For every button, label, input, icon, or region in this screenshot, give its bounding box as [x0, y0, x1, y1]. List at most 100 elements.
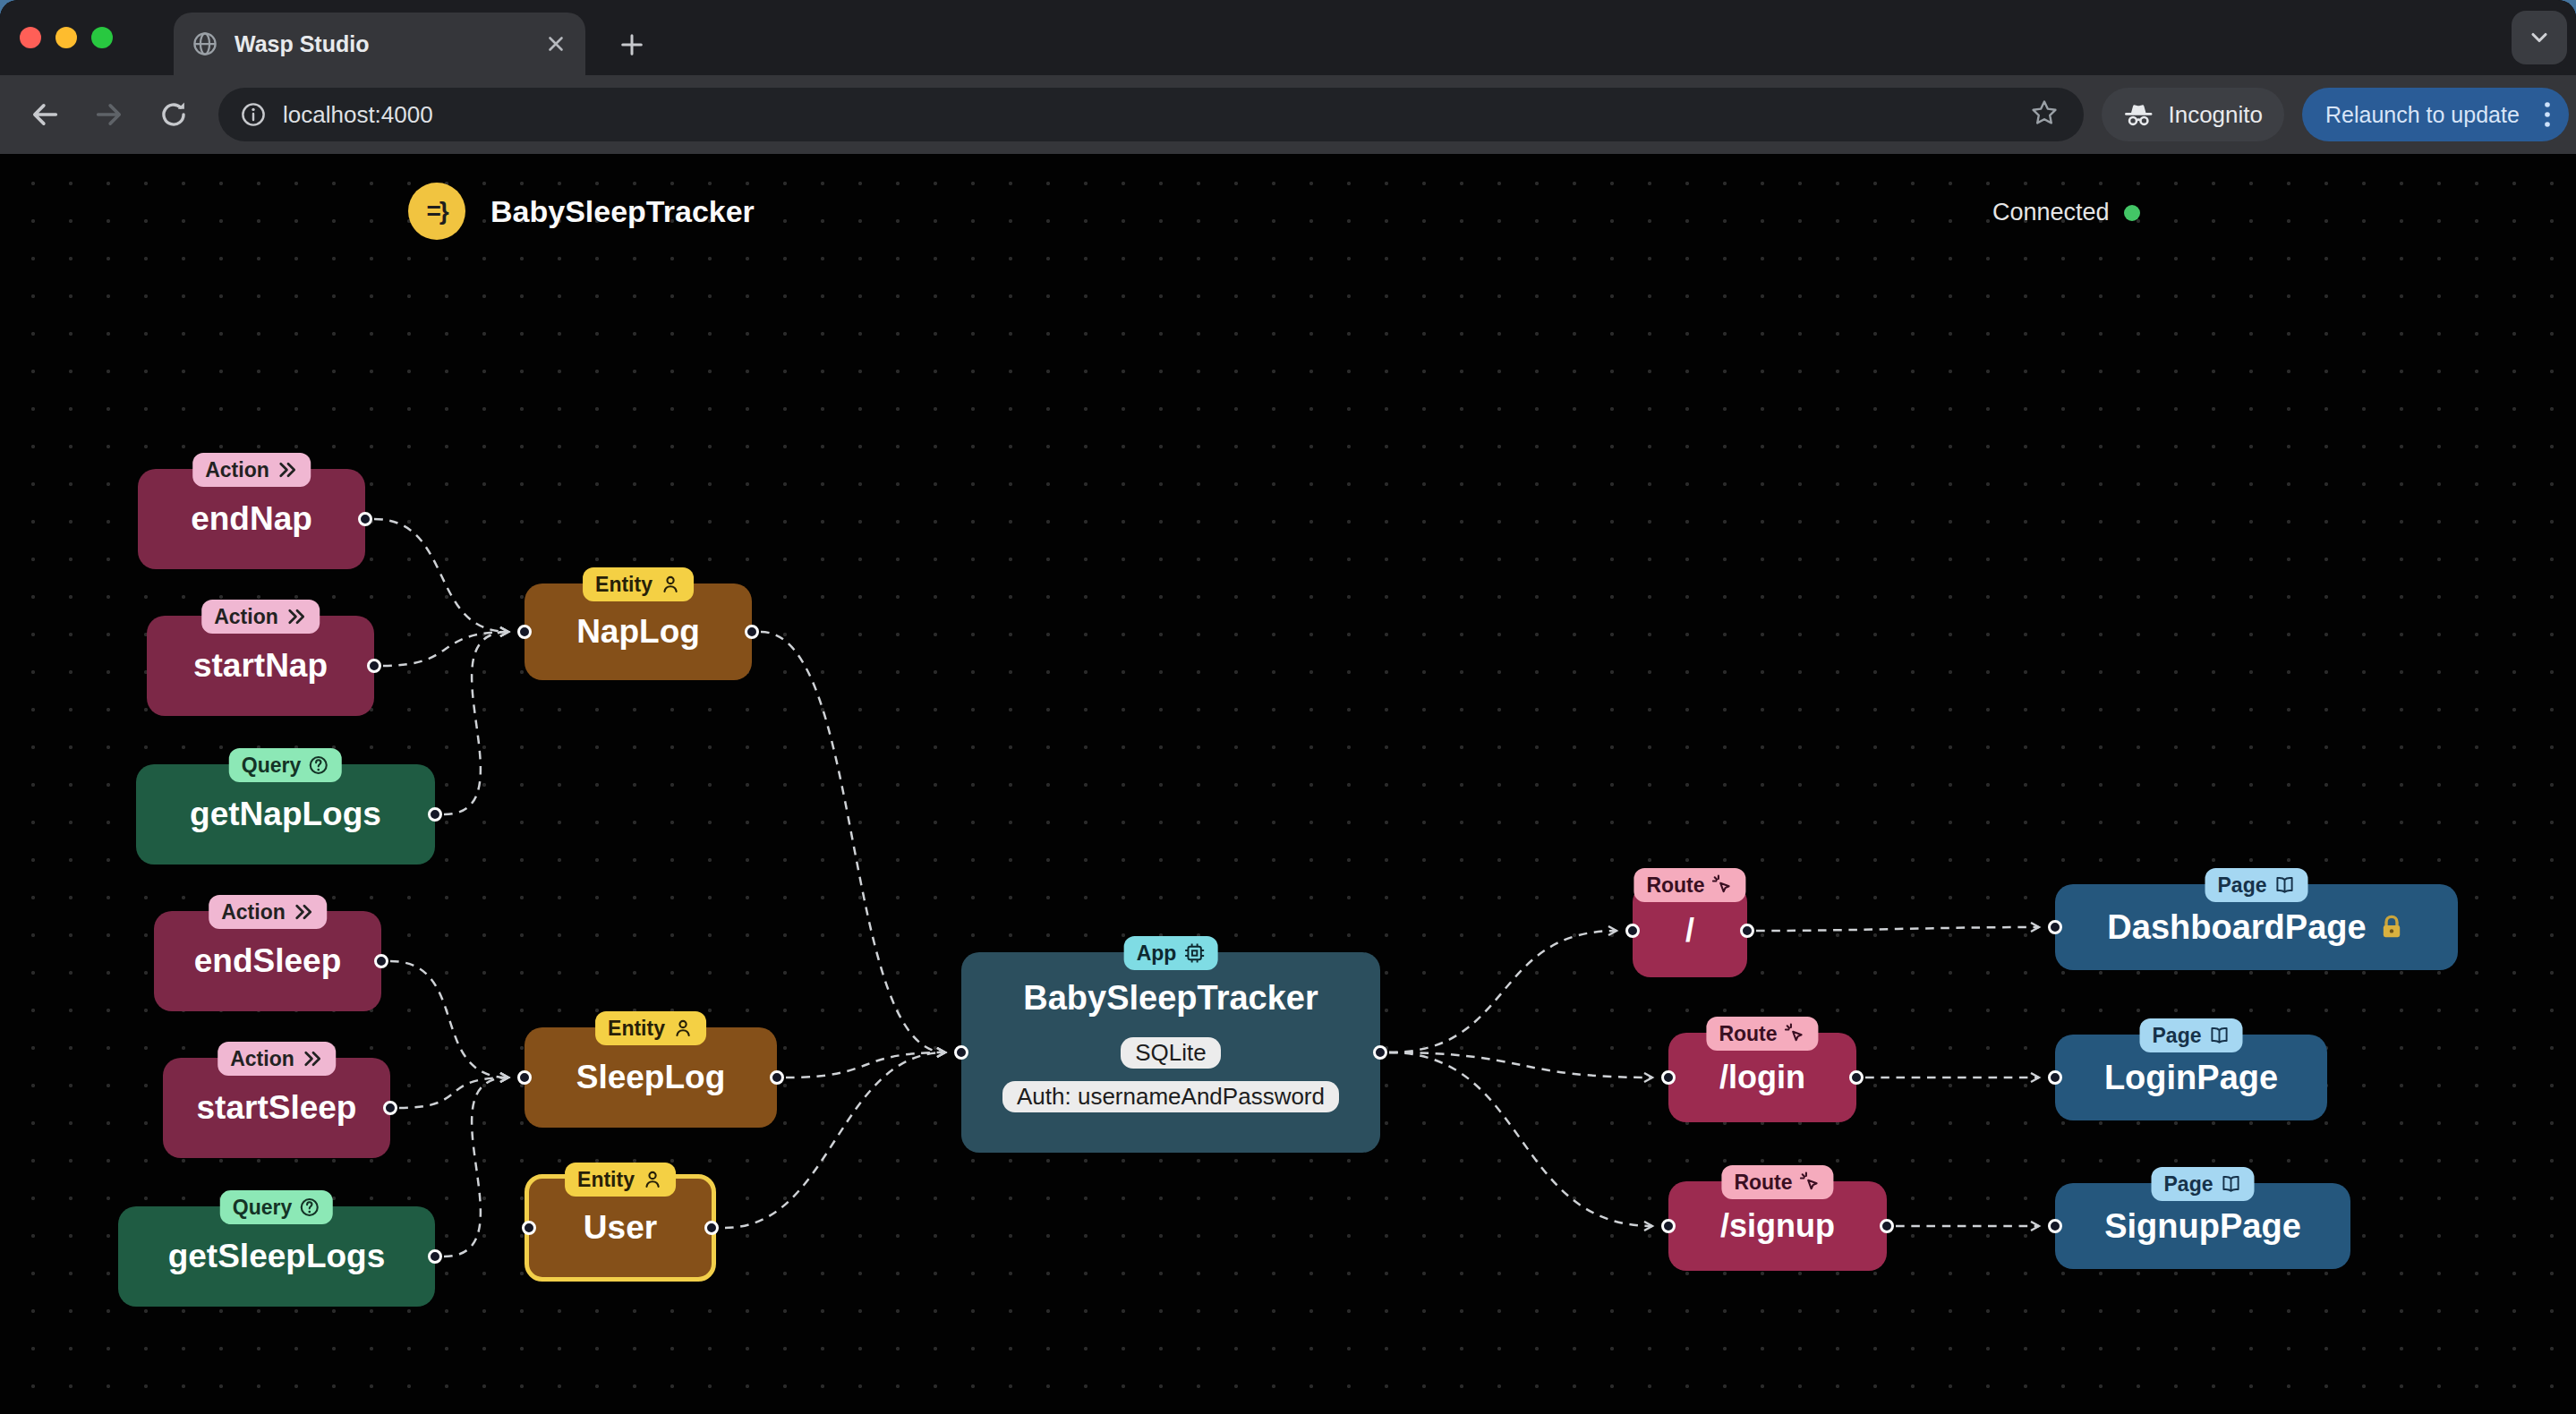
connection-handle[interactable] [2048, 1070, 2062, 1085]
url-text: localhost:4000 [283, 101, 433, 129]
connection-handle[interactable] [1849, 1070, 1864, 1085]
node-startsleep[interactable]: Action startSleep [163, 1058, 390, 1158]
incognito-label: Incognito [2168, 101, 2263, 129]
connection-handle[interactable] [1661, 1070, 1676, 1085]
badge-action: Action [201, 600, 320, 634]
connection-handle[interactable] [358, 512, 372, 526]
status-label: Connected [1992, 199, 2110, 226]
badge-page: Page [2205, 868, 2308, 902]
badge-app: App [1124, 936, 1218, 970]
browser-tab[interactable]: Wasp Studio [174, 13, 585, 75]
close-window-button[interactable] [20, 27, 41, 48]
cpu-icon [1183, 942, 1205, 964]
node-getsleeplogs[interactable]: Query getSleepLogs [118, 1206, 435, 1307]
wasp-logo: =} [408, 183, 465, 240]
connection-handle[interactable] [522, 1221, 536, 1235]
site-info-icon[interactable] [240, 101, 267, 128]
connection-handle[interactable] [770, 1070, 784, 1085]
node-endsleep[interactable]: Action endSleep [154, 911, 381, 1011]
badge-entity: Entity [583, 567, 694, 601]
connection-handle[interactable] [954, 1045, 968, 1060]
new-tab-button[interactable] [609, 21, 655, 68]
node-page-dashboard[interactable]: Page DashboardPage [2055, 884, 2458, 970]
back-button[interactable] [25, 95, 64, 134]
connection-handle[interactable] [374, 954, 388, 968]
window-controls [20, 27, 113, 48]
connection-handle[interactable] [1625, 924, 1640, 938]
badge-page: Page [2140, 1018, 2243, 1052]
globe-favicon [192, 30, 218, 57]
node-naplog[interactable]: Entity NapLog [525, 583, 752, 680]
badge-query: Query [229, 748, 342, 782]
connection-handle[interactable] [428, 807, 442, 822]
connection-handle[interactable] [517, 625, 532, 639]
chevrons-right-icon [277, 459, 298, 481]
connection-handle[interactable] [383, 1101, 397, 1115]
badge-entity: Entity [595, 1011, 706, 1045]
relaunch-label: Relaunch to update [2325, 102, 2520, 128]
pointer-click-icon [1785, 1023, 1806, 1044]
browser-window: Wasp Studio localhost:4000 Incognito Rel… [0, 0, 2576, 1414]
node-sleeplog[interactable]: Entity SleepLog [525, 1027, 777, 1128]
connection-handle[interactable] [1373, 1045, 1387, 1060]
badge-route: Route [1721, 1165, 1833, 1199]
status-dot [2124, 205, 2140, 221]
node-page-signup[interactable]: Page SignupPage [2055, 1183, 2350, 1269]
chevrons-right-icon [286, 606, 307, 627]
node-route-signup[interactable]: Route /signup [1668, 1181, 1887, 1271]
node-route-root[interactable]: Route / [1633, 884, 1747, 977]
badge-route: Route [1633, 868, 1745, 902]
address-bar[interactable]: localhost:4000 [218, 88, 2084, 141]
menu-kebab-icon[interactable] [2544, 101, 2551, 128]
help-circle-icon [308, 754, 329, 776]
node-startnap[interactable]: Action startNap [147, 616, 374, 716]
connection-handle[interactable] [1740, 924, 1754, 938]
minimize-window-button[interactable] [55, 27, 77, 48]
reload-button[interactable] [154, 95, 193, 134]
connection-handle[interactable] [1661, 1219, 1676, 1233]
chevrons-right-icon [302, 1048, 323, 1069]
book-open-icon [2273, 874, 2295, 896]
chevrons-right-icon [293, 901, 314, 923]
node-route-login[interactable]: Route /login [1668, 1033, 1856, 1122]
user-icon [642, 1169, 663, 1190]
incognito-badge: Incognito [2102, 88, 2284, 141]
auth-chip: Auth: usernameAndPassword [1002, 1081, 1339, 1112]
chevron-down-icon [2527, 25, 2552, 50]
connection-handle[interactable] [1880, 1219, 1894, 1233]
relaunch-button[interactable]: Relaunch to update [2302, 88, 2569, 141]
badge-entity: Entity [565, 1163, 676, 1197]
connection-handle[interactable] [704, 1221, 719, 1235]
connection-handle[interactable] [2048, 1219, 2062, 1233]
page-header: =} BabySleepTracker [408, 183, 755, 240]
incognito-icon [2123, 98, 2154, 131]
book-open-icon [2208, 1025, 2230, 1046]
db-chip: SQLite [1121, 1037, 1221, 1069]
tab-search-button[interactable] [2512, 11, 2567, 64]
bookmark-star-button[interactable] [2030, 98, 2059, 127]
connection-handle[interactable] [2048, 920, 2062, 934]
zoom-window-button[interactable] [91, 27, 113, 48]
connection-handle[interactable] [367, 659, 381, 673]
tab-strip: Wasp Studio [0, 0, 2576, 75]
page-title: BabySleepTracker [490, 194, 755, 229]
connection-handle[interactable] [517, 1070, 532, 1085]
badge-action: Action [218, 1042, 336, 1076]
lock-icon [2377, 913, 2406, 941]
tab-close-icon[interactable] [544, 32, 567, 55]
badge-route: Route [1706, 1017, 1818, 1051]
node-user[interactable]: Entity User [525, 1174, 716, 1282]
node-getnaplogs[interactable]: Query getNapLogs [136, 764, 435, 865]
forward-button[interactable] [90, 95, 129, 134]
pointer-click-icon [1712, 874, 1734, 896]
help-circle-icon [299, 1197, 320, 1218]
node-app-babysleeptracker[interactable]: App BabySleepTracker SQLite Auth: userna… [961, 952, 1380, 1153]
connection-handle[interactable] [428, 1249, 442, 1264]
node-endnap[interactable]: Action endNap [138, 469, 365, 569]
badge-action: Action [192, 453, 311, 487]
user-icon [672, 1018, 694, 1039]
badge-action: Action [209, 895, 327, 929]
connection-handle[interactable] [745, 625, 759, 639]
user-icon [660, 574, 681, 595]
node-page-login[interactable]: Page LoginPage [2055, 1035, 2327, 1120]
